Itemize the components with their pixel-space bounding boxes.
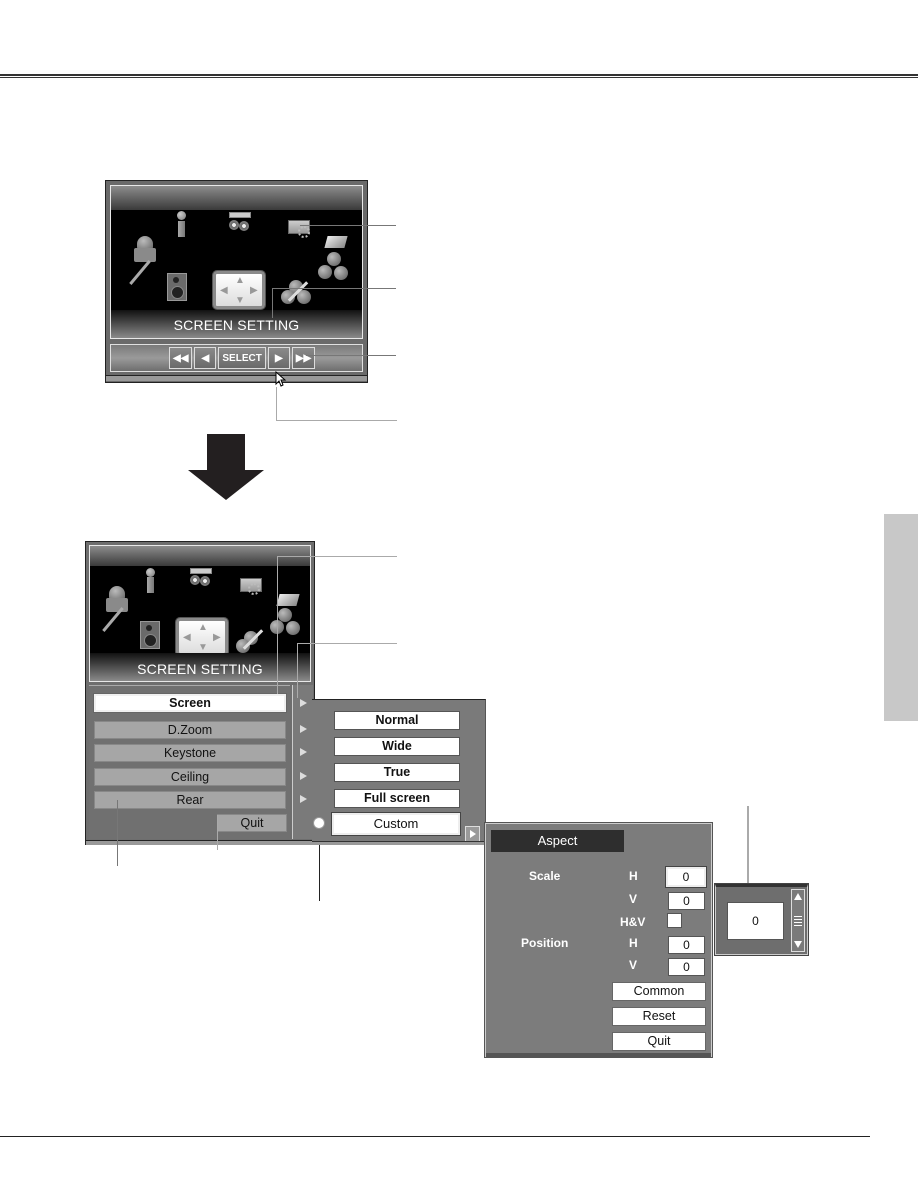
footer-rule [0, 1136, 870, 1137]
callout-dot [313, 817, 325, 829]
screen-submenu: Screen D.Zoom Keystone Ceiling Rear Quit [89, 685, 290, 839]
callout-line [117, 800, 118, 866]
aspect-panel: Aspect Scale H 0 V 0 H&V Position H 0 V … [485, 823, 712, 1057]
select-button[interactable]: SELECT [218, 347, 266, 369]
projector-icon[interactable] [190, 568, 212, 574]
screen-setting-icon[interactable]: ▲ ▼ ◀ ▶ [213, 271, 265, 309]
laptop-icon[interactable] [324, 236, 348, 248]
callout-line [300, 225, 396, 226]
gear-icon [298, 226, 310, 238]
submenu-arrow-icon[interactable] [300, 699, 307, 707]
submenu-arrow-icon[interactable] [300, 772, 307, 780]
next-button[interactable]: ▶ [267, 347, 290, 369]
submenu-arrow-icon[interactable] [300, 748, 307, 756]
callout-line [297, 643, 298, 698]
menu-nav-bar: ◀◀ ◀ SELECT ▶ ▶▶ [110, 344, 363, 372]
callout-line [276, 420, 397, 421]
person-body-icon [106, 598, 128, 612]
option-custom[interactable]: Custom [331, 812, 461, 836]
wrench-icon [129, 260, 151, 285]
projector-lens-icon [200, 576, 210, 586]
position-v-label: V [629, 958, 638, 972]
info-icon[interactable] [177, 211, 186, 220]
laptop-icon[interactable] [276, 594, 300, 606]
value-scrollbar[interactable] [791, 889, 805, 952]
submenu-arrow-icon[interactable] [300, 795, 307, 803]
ball-icon [318, 265, 332, 279]
option-wide[interactable]: Wide [334, 737, 460, 756]
callout-line [272, 288, 273, 318]
position-h-label: H [629, 936, 638, 950]
scale-hv-checkbox[interactable] [667, 913, 682, 928]
callout-line [277, 556, 397, 557]
scroll-up-icon[interactable] [794, 893, 802, 900]
last-button[interactable]: ▶▶ [291, 347, 316, 369]
menu-item-ceiling[interactable]: Ceiling [94, 768, 286, 786]
screen-options-panel: Normal Wide True Full screen Custom [312, 699, 486, 845]
callout-line [272, 288, 396, 289]
callout-line [277, 556, 278, 694]
scale-hv-label: H&V [620, 915, 646, 929]
position-label: Position [521, 936, 569, 950]
menu-icon-area: ▲ ▼ ◀ ▶ SCREEN SETTING [110, 185, 363, 339]
main-menu-panel: ▲ ▼ ◀ ▶ SCREEN SETTING ◀◀ ◀ SELECT ▶ ▶▶ [105, 180, 368, 383]
scale-h-field[interactable]: 0 [665, 866, 707, 888]
common-button[interactable]: Common [612, 982, 706, 1001]
info-stem-icon [147, 577, 154, 593]
menu-item-rear[interactable]: Rear [94, 791, 286, 809]
projector-icon[interactable] [229, 212, 251, 218]
header-rule [0, 74, 918, 76]
option-full-screen[interactable]: Full screen [334, 789, 460, 808]
quit-button[interactable]: Quit [217, 814, 287, 832]
ball-icon [334, 266, 348, 280]
speaker-icon[interactable] [167, 273, 187, 301]
ball-icon [286, 621, 300, 635]
callout-line [306, 355, 396, 356]
scale-v-field[interactable]: 0 [668, 892, 705, 910]
menu-item-screen[interactable]: Screen [93, 693, 287, 713]
menu-title: SCREEN SETTING [173, 317, 300, 333]
value-display[interactable]: 0 [727, 902, 784, 940]
scale-label: Scale [529, 869, 561, 883]
info-stem-icon [178, 221, 185, 237]
screen-setting-icon[interactable]: ▲ ▼ ◀ ▶ [176, 618, 228, 656]
aspect-title: Aspect [491, 830, 624, 852]
option-true[interactable]: True [334, 763, 460, 782]
value-adjuster-panel: 0 [715, 884, 808, 955]
speaker-icon[interactable] [140, 621, 160, 649]
callout-line [217, 815, 218, 850]
submenu-arrow-column [292, 685, 313, 839]
callout-line [276, 387, 277, 421]
person-body-icon [134, 248, 156, 262]
scroll-down-icon[interactable] [794, 941, 802, 948]
transition-arrow-icon [188, 434, 264, 500]
scale-h-label: H [629, 869, 638, 883]
reset-button[interactable]: Reset [612, 1007, 706, 1026]
scale-v-label: V [629, 892, 638, 906]
gear-icon [248, 583, 260, 595]
aspect-quit-button[interactable]: Quit [612, 1032, 706, 1051]
menu-item-keystone[interactable]: Keystone [94, 744, 286, 762]
ball-icon [327, 252, 341, 266]
first-button[interactable]: ◀◀ [169, 347, 193, 369]
projector-lens-icon [229, 220, 239, 230]
screen-menu-panel: ▲ ▼ ◀ ▶ SCREEN SETTING Screen D.Zoom Key… [85, 541, 315, 845]
callout-line [297, 643, 397, 644]
scroll-thumb[interactable] [794, 916, 802, 926]
option-normal[interactable]: Normal [334, 711, 460, 730]
mouse-pointer-icon [275, 371, 287, 387]
prev-button[interactable]: ◀ [194, 347, 217, 369]
projector-lens-icon [239, 221, 249, 231]
position-v-field[interactable]: 0 [668, 958, 705, 976]
projector-lens-icon [190, 575, 200, 585]
section-side-tab [884, 514, 918, 721]
submenu-arrow-icon[interactable] [300, 725, 307, 733]
menu-item-dzoom[interactable]: D.Zoom [94, 721, 286, 739]
position-h-field[interactable]: 0 [668, 936, 705, 954]
info-icon[interactable] [146, 568, 155, 577]
custom-arrow-button[interactable] [465, 826, 480, 842]
header-rule-thin [0, 77, 918, 78]
